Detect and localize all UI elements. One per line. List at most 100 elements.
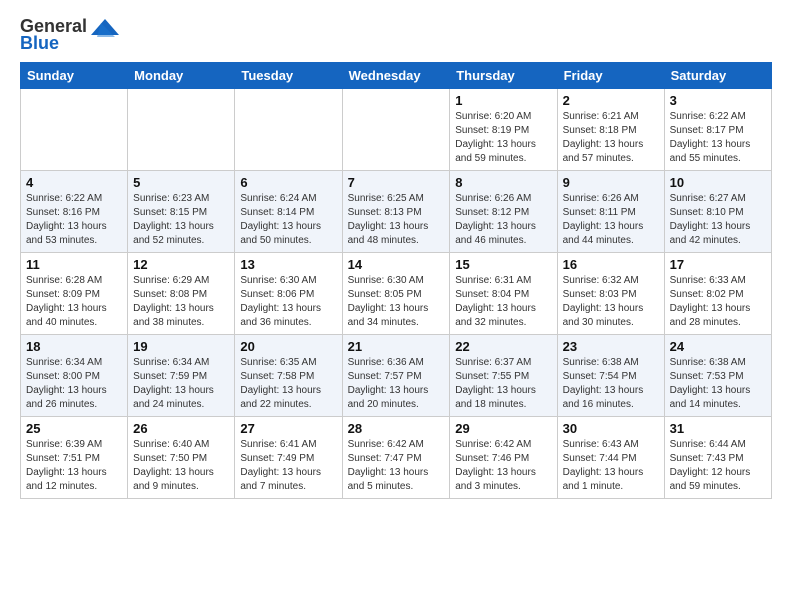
day-info: Sunrise: 6:41 AM Sunset: 7:49 PM Dayligh…: [240, 438, 336, 494]
day-info: Sunrise: 6:42 AM Sunset: 7:46 PM Dayligh…: [455, 438, 551, 494]
day-number: 23: [563, 339, 659, 354]
day-number: 24: [670, 339, 766, 354]
calendar-cell: 8Sunrise: 6:26 AM Sunset: 8:12 PM Daylig…: [450, 171, 557, 253]
calendar-cell: 23Sunrise: 6:38 AM Sunset: 7:54 PM Dayli…: [557, 335, 664, 417]
day-number: 12: [133, 257, 229, 272]
day-info: Sunrise: 6:25 AM Sunset: 8:13 PM Dayligh…: [348, 192, 445, 248]
weekday-header-friday: Friday: [557, 63, 664, 89]
day-number: 25: [26, 421, 122, 436]
calendar-week-5: 25 Sunrise: 6:39 AM Sunset: 7:51 PM Dayli…: [21, 417, 772, 499]
day-number: 20: [240, 339, 336, 354]
day-number: 31: [670, 421, 766, 436]
calendar-header-row: SundayMondayTuesdayWednesdayThursdayFrid…: [21, 63, 772, 89]
day-info: Sunrise: 6:30 AM Sunset: 8:06 PM Dayligh…: [240, 274, 336, 330]
day-number: 4: [26, 175, 122, 190]
day-number: 6: [240, 175, 336, 190]
page-header: General Blue: [20, 16, 772, 54]
day-info: Sunrise: 6:21 AM Sunset: 8:18 PM Dayligh…: [563, 110, 659, 166]
day-info: Sunrise: 6:27 AM Sunset: 8:10 PM Dayligh…: [670, 192, 766, 248]
calendar-cell: 13 Sunrise: 6:30 AM Sunset: 8:06 PM Dayli…: [235, 253, 342, 335]
day-info: Sunrise: 6:33 AM Sunset: 8:02 PM Dayligh…: [670, 274, 766, 330]
day-number: 18: [26, 339, 122, 354]
day-number: 8: [455, 175, 551, 190]
calendar-cell: 15 Sunrise: 6:31 AM Sunset: 8:04 PM Dayli…: [450, 253, 557, 335]
calendar-cell: 25 Sunrise: 6:39 AM Sunset: 7:51 PM Dayli…: [21, 417, 128, 499]
calendar-cell: [342, 89, 450, 171]
day-info: Sunrise: 6:34 AM Sunset: 8:00 PM Dayligh…: [26, 356, 122, 412]
day-info: Sunrise: 6:24 AM Sunset: 8:14 PM Dayligh…: [240, 192, 336, 248]
day-number: 7: [348, 175, 445, 190]
day-info: Sunrise: 6:42 AM Sunset: 7:47 PM Dayligh…: [348, 438, 445, 494]
day-info: Sunrise: 6:40 AM Sunset: 7:50 PM Dayligh…: [133, 438, 229, 494]
day-number: 3: [670, 93, 766, 108]
day-info: Sunrise: 6:44 AM Sunset: 7:43 PM Dayligh…: [670, 438, 766, 494]
day-number: 2: [563, 93, 659, 108]
calendar-cell: 12 Sunrise: 6:29 AM Sunset: 8:08 PM Dayli…: [128, 253, 235, 335]
calendar-cell: 6 Sunrise: 6:24 AM Sunset: 8:14 PM Daylig…: [235, 171, 342, 253]
weekday-header-saturday: Saturday: [664, 63, 771, 89]
calendar-cell: 5Sunrise: 6:23 AM Sunset: 8:15 PM Daylig…: [128, 171, 235, 253]
calendar-week-2: 4 Sunrise: 6:22 AM Sunset: 8:16 PM Daylig…: [21, 171, 772, 253]
day-number: 19: [133, 339, 229, 354]
day-number: 13: [240, 257, 336, 272]
day-number: 17: [670, 257, 766, 272]
calendar-cell: 4 Sunrise: 6:22 AM Sunset: 8:16 PM Daylig…: [21, 171, 128, 253]
day-number: 1: [455, 93, 551, 108]
day-info: Sunrise: 6:39 AM Sunset: 7:51 PM Dayligh…: [26, 438, 122, 494]
calendar-cell: 7 Sunrise: 6:25 AM Sunset: 8:13 PM Daylig…: [342, 171, 450, 253]
calendar-cell: 19 Sunrise: 6:34 AM Sunset: 7:59 PM Dayli…: [128, 335, 235, 417]
calendar-cell: [21, 89, 128, 171]
calendar-cell: [235, 89, 342, 171]
weekday-header-tuesday: Tuesday: [235, 63, 342, 89]
day-number: 30: [563, 421, 659, 436]
day-info: Sunrise: 6:22 AM Sunset: 8:16 PM Dayligh…: [26, 192, 122, 248]
logo-blue-text: Blue: [20, 33, 59, 54]
day-number: 15: [455, 257, 551, 272]
day-info: Sunrise: 6:36 AM Sunset: 7:57 PM Dayligh…: [348, 356, 445, 412]
day-number: 27: [240, 421, 336, 436]
day-info: Sunrise: 6:34 AM Sunset: 7:59 PM Dayligh…: [133, 356, 229, 412]
calendar-cell: 24 Sunrise: 6:38 AM Sunset: 7:53 PM Dayli…: [664, 335, 771, 417]
logo-icon: [91, 17, 119, 37]
calendar-cell: 9Sunrise: 6:26 AM Sunset: 8:11 PM Daylig…: [557, 171, 664, 253]
calendar-week-3: 11 Sunrise: 6:28 AM Sunset: 8:09 PM Dayli…: [21, 253, 772, 335]
calendar-week-1: 1 Sunrise: 6:20 AM Sunset: 8:19 PM Daylig…: [21, 89, 772, 171]
calendar-cell: 17 Sunrise: 6:33 AM Sunset: 8:02 PM Dayli…: [664, 253, 771, 335]
calendar-week-4: 18 Sunrise: 6:34 AM Sunset: 8:00 PM Dayli…: [21, 335, 772, 417]
day-info: Sunrise: 6:29 AM Sunset: 8:08 PM Dayligh…: [133, 274, 229, 330]
calendar-cell: 27 Sunrise: 6:41 AM Sunset: 7:49 PM Dayli…: [235, 417, 342, 499]
day-info: Sunrise: 6:23 AM Sunset: 8:15 PM Dayligh…: [133, 192, 229, 248]
calendar-cell: 3Sunrise: 6:22 AM Sunset: 8:17 PM Daylig…: [664, 89, 771, 171]
weekday-header-sunday: Sunday: [21, 63, 128, 89]
day-number: 14: [348, 257, 445, 272]
calendar-cell: 16Sunrise: 6:32 AM Sunset: 8:03 PM Dayli…: [557, 253, 664, 335]
day-number: 26: [133, 421, 229, 436]
calendar-cell: 11 Sunrise: 6:28 AM Sunset: 8:09 PM Dayli…: [21, 253, 128, 335]
day-number: 16: [563, 257, 659, 272]
calendar-cell: [128, 89, 235, 171]
day-number: 28: [348, 421, 445, 436]
day-info: Sunrise: 6:20 AM Sunset: 8:19 PM Dayligh…: [455, 110, 551, 166]
calendar-cell: 10 Sunrise: 6:27 AM Sunset: 8:10 PM Dayli…: [664, 171, 771, 253]
day-number: 22: [455, 339, 551, 354]
weekday-header-monday: Monday: [128, 63, 235, 89]
calendar-cell: 26 Sunrise: 6:40 AM Sunset: 7:50 PM Dayli…: [128, 417, 235, 499]
calendar-cell: 30Sunrise: 6:43 AM Sunset: 7:44 PM Dayli…: [557, 417, 664, 499]
calendar-cell: 2 Sunrise: 6:21 AM Sunset: 8:18 PM Daylig…: [557, 89, 664, 171]
logo: General Blue: [20, 16, 119, 54]
day-info: Sunrise: 6:26 AM Sunset: 8:11 PM Dayligh…: [563, 192, 659, 248]
day-info: Sunrise: 6:28 AM Sunset: 8:09 PM Dayligh…: [26, 274, 122, 330]
day-info: Sunrise: 6:30 AM Sunset: 8:05 PM Dayligh…: [348, 274, 445, 330]
calendar-cell: 14 Sunrise: 6:30 AM Sunset: 8:05 PM Dayli…: [342, 253, 450, 335]
day-info: Sunrise: 6:35 AM Sunset: 7:58 PM Dayligh…: [240, 356, 336, 412]
day-number: 21: [348, 339, 445, 354]
day-info: Sunrise: 6:31 AM Sunset: 8:04 PM Dayligh…: [455, 274, 551, 330]
day-number: 10: [670, 175, 766, 190]
calendar-cell: 29Sunrise: 6:42 AM Sunset: 7:46 PM Dayli…: [450, 417, 557, 499]
calendar-cell: 20 Sunrise: 6:35 AM Sunset: 7:58 PM Dayli…: [235, 335, 342, 417]
calendar-cell: 22Sunrise: 6:37 AM Sunset: 7:55 PM Dayli…: [450, 335, 557, 417]
calendar-cell: 31 Sunrise: 6:44 AM Sunset: 7:43 PM Dayli…: [664, 417, 771, 499]
day-info: Sunrise: 6:38 AM Sunset: 7:53 PM Dayligh…: [670, 356, 766, 412]
calendar-cell: 1 Sunrise: 6:20 AM Sunset: 8:19 PM Daylig…: [450, 89, 557, 171]
day-number: 11: [26, 257, 122, 272]
